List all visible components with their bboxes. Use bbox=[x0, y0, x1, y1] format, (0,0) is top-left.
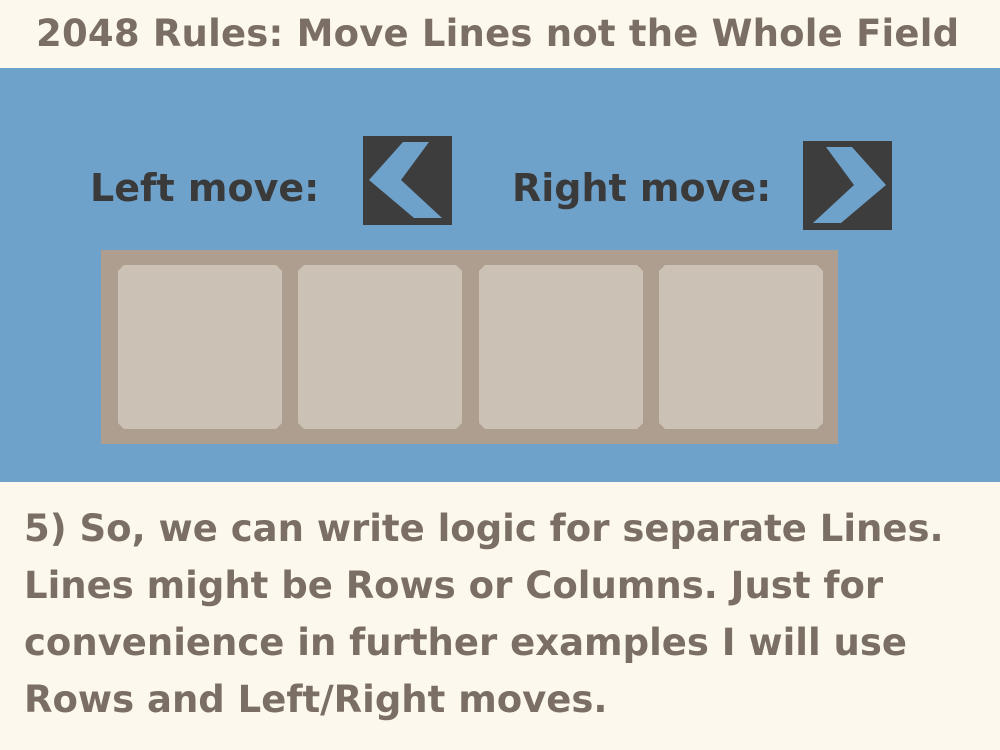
board-cell bbox=[659, 265, 823, 429]
chevron-left-icon bbox=[369, 142, 442, 218]
description-line: convenience in further examples I will u… bbox=[24, 621, 907, 664]
chevron-right-icon bbox=[813, 147, 886, 223]
description-line: Lines might be Rows or Columns. Just for bbox=[24, 564, 884, 607]
right-move-button[interactable] bbox=[803, 141, 892, 230]
right-move-label: Right move: bbox=[512, 166, 772, 210]
page-title: 2048 Rules: Move Lines not the Whole Fie… bbox=[36, 12, 960, 55]
left-move-button[interactable] bbox=[363, 136, 452, 225]
board-cell bbox=[479, 265, 643, 429]
description-line: 5) So, we can write logic for separate L… bbox=[24, 507, 944, 550]
left-move-label: Left move: bbox=[90, 166, 320, 210]
game-row-board bbox=[101, 250, 838, 444]
board-cell bbox=[118, 265, 282, 429]
board-cell bbox=[298, 265, 462, 429]
description-line: Rows and Left/Right moves. bbox=[24, 678, 608, 721]
rule-description: 5) So, we can write logic for separate L… bbox=[24, 500, 994, 728]
